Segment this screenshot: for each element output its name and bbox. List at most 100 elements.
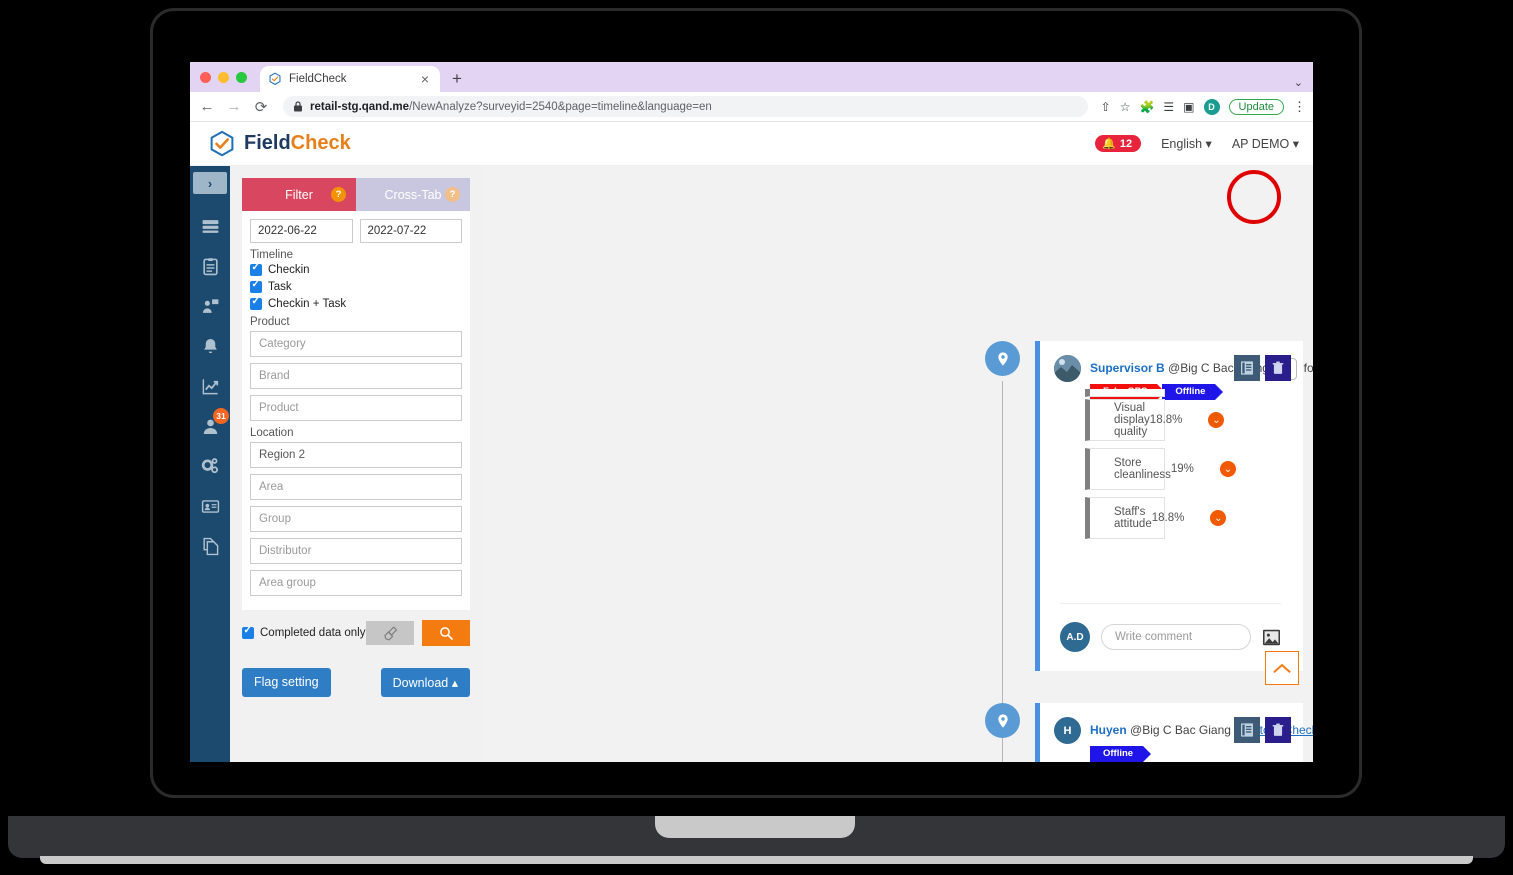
timeline-container: Supervisor B @Big C Bac Giang for Store … bbox=[482, 166, 1313, 762]
date-from-input[interactable]: 2022-06-22 bbox=[250, 219, 353, 243]
sidebar-item-users[interactable]: 31 bbox=[190, 406, 230, 446]
sidebar-item-notifications[interactable] bbox=[190, 326, 230, 366]
checkbox-row-task[interactable]: Task bbox=[250, 279, 462, 293]
close-icon[interactable]: × bbox=[418, 71, 432, 87]
tab-filter[interactable]: Filter ? bbox=[242, 178, 356, 211]
checkbox-row-checkin[interactable]: Checkin bbox=[250, 262, 462, 276]
sidebar-item-tasks[interactable] bbox=[190, 246, 230, 286]
address-bar[interactable]: retail-stg.qand.me/NewAnalyze?surveyid=2… bbox=[283, 96, 1088, 117]
chevron-down-icon[interactable]: ⌄ bbox=[1294, 76, 1303, 89]
sidebar-item-profiles[interactable] bbox=[190, 486, 230, 526]
download-button[interactable]: Download ▴ bbox=[380, 668, 470, 697]
area-select[interactable]: Area bbox=[250, 474, 462, 500]
distributor-select[interactable]: Distributor bbox=[250, 538, 462, 564]
card-user-name[interactable]: Huyen bbox=[1090, 723, 1127, 737]
chevron-down-icon[interactable]: ⌄ bbox=[1219, 461, 1236, 477]
browser-tabstrip: FieldCheck × + ⌄ bbox=[190, 62, 1313, 92]
documents-icon bbox=[202, 537, 218, 555]
minimize-window-button[interactable] bbox=[218, 71, 229, 83]
map-pin-icon bbox=[997, 713, 1008, 728]
checkbox-row-checkin-task[interactable]: Checkin + Task bbox=[250, 296, 462, 310]
chevron-down-icon[interactable]: ⌄ bbox=[1208, 412, 1225, 428]
image-attach-icon[interactable] bbox=[1262, 629, 1281, 646]
sidebar-item-settings[interactable] bbox=[190, 446, 230, 486]
comment-avatar: A.D bbox=[1060, 622, 1090, 652]
back-button[interactable]: ← bbox=[198, 98, 216, 115]
forward-button[interactable]: → bbox=[225, 98, 243, 115]
score-row: Store cleanliness 19% ⌄ bbox=[1085, 448, 1236, 490]
share-icon[interactable]: ⇧ bbox=[1101, 100, 1111, 114]
cross-tab-help-icon[interactable]: ? bbox=[445, 187, 460, 202]
download-label: Download bbox=[392, 676, 449, 690]
flag-setting-button[interactable]: Flag setting bbox=[242, 668, 331, 697]
bookmark-star-icon[interactable]: ☆ bbox=[1120, 100, 1131, 114]
account-menu[interactable]: AP DEMO ▾ bbox=[1232, 136, 1299, 151]
sidebar-item-analytics[interactable] bbox=[190, 366, 230, 406]
reload-button[interactable]: ⟳ bbox=[252, 98, 270, 116]
checkbox-checkin-task[interactable] bbox=[250, 296, 262, 310]
delete-button[interactable] bbox=[1265, 717, 1291, 743]
trash-icon bbox=[1272, 361, 1284, 374]
browser-tab[interactable]: FieldCheck × bbox=[260, 66, 440, 92]
new-tab-button[interactable]: + bbox=[452, 69, 462, 89]
url-path: /NewAnalyze?surveyid=2540&page=timeline&… bbox=[409, 100, 712, 113]
area-group-select[interactable]: Area group bbox=[250, 570, 462, 596]
sidebar-toggle-button[interactable]: › bbox=[193, 172, 227, 194]
app-logo[interactable]: FieldCheck bbox=[208, 130, 351, 158]
score-row-label: Visual display quality bbox=[1114, 402, 1150, 438]
card-tags: Offline bbox=[1090, 746, 1303, 762]
laptop-foot bbox=[40, 856, 1473, 864]
timeline-card: Supervisor B @Big C Bac Giang for Store … bbox=[1035, 341, 1313, 671]
completed-only-label: Completed data only bbox=[260, 627, 366, 639]
sidebar-item-documents[interactable] bbox=[190, 526, 230, 566]
filter-help-icon[interactable]: ? bbox=[331, 187, 346, 202]
date-to-input[interactable]: 2022-07-22 bbox=[359, 219, 462, 243]
timeline-marker-2[interactable] bbox=[985, 703, 1020, 738]
notification-badge[interactable]: 🔔 12 bbox=[1095, 135, 1142, 152]
delete-button[interactable] bbox=[1265, 355, 1291, 381]
language-selector[interactable]: English ▾ bbox=[1161, 136, 1212, 151]
report-button[interactable] bbox=[1234, 717, 1260, 743]
checkbox-checkin-label: Checkin bbox=[268, 264, 310, 276]
checkbox-task[interactable] bbox=[250, 279, 262, 293]
category-select[interactable]: Category bbox=[250, 331, 462, 357]
tab-cross-tab[interactable]: Cross-Tab ? bbox=[356, 178, 470, 211]
users-badge-count: 31 bbox=[213, 408, 229, 424]
logo-field: Field bbox=[244, 132, 291, 154]
comment-input[interactable]: Write comment bbox=[1101, 624, 1251, 650]
side-panel-icon[interactable]: ▣ bbox=[1183, 100, 1194, 114]
browser-menu-button[interactable]: ⋮ bbox=[1293, 99, 1306, 115]
url-text: retail-stg.qand.me/NewAnalyze?surveyid=2… bbox=[310, 101, 712, 113]
card-for-label: for bbox=[1303, 361, 1313, 375]
scroll-to-top-button[interactable] bbox=[1265, 651, 1299, 685]
search-button[interactable] bbox=[422, 620, 470, 646]
update-button[interactable]: Update bbox=[1228, 98, 1284, 115]
brand-select[interactable]: Brand bbox=[250, 363, 462, 389]
filter-tabs: Filter ? Cross-Tab ? bbox=[242, 178, 470, 211]
card-user-name[interactable]: Supervisor B bbox=[1090, 361, 1165, 375]
language-label: English bbox=[1161, 137, 1203, 151]
extensions-puzzle-icon[interactable]: 🧩 bbox=[1139, 100, 1154, 114]
region-select[interactable]: Region 2 bbox=[250, 442, 462, 468]
checkbox-completed-only[interactable] bbox=[242, 625, 254, 639]
checkbox-checkin[interactable] bbox=[250, 262, 262, 276]
dashboard-icon bbox=[202, 219, 218, 233]
group-select[interactable]: Group bbox=[250, 506, 462, 532]
app-header: FieldCheck 🔔 12 English ▾ AP DEMO ▾ bbox=[190, 122, 1313, 166]
reading-list-icon[interactable]: ☰ bbox=[1163, 100, 1174, 114]
report-button[interactable] bbox=[1234, 355, 1260, 381]
checkbox-checkin-task-label: Checkin + Task bbox=[268, 298, 347, 310]
close-window-button[interactable] bbox=[200, 71, 211, 83]
chevron-down-icon[interactable]: ⌄ bbox=[1210, 510, 1227, 526]
timeline-marker-1[interactable] bbox=[985, 341, 1020, 376]
tab-filter-label: Filter bbox=[285, 187, 313, 202]
card-actions bbox=[1234, 717, 1291, 743]
bell-icon bbox=[203, 338, 217, 353]
sidebar-item-user-task[interactable] bbox=[190, 286, 230, 326]
sidebar-item-dashboard[interactable] bbox=[190, 206, 230, 246]
user-task-icon bbox=[202, 298, 218, 313]
maximize-window-button[interactable] bbox=[236, 71, 247, 83]
clear-filters-button[interactable] bbox=[366, 621, 414, 645]
product-select[interactable]: Product bbox=[250, 395, 462, 421]
profile-avatar[interactable]: D bbox=[1203, 98, 1220, 115]
